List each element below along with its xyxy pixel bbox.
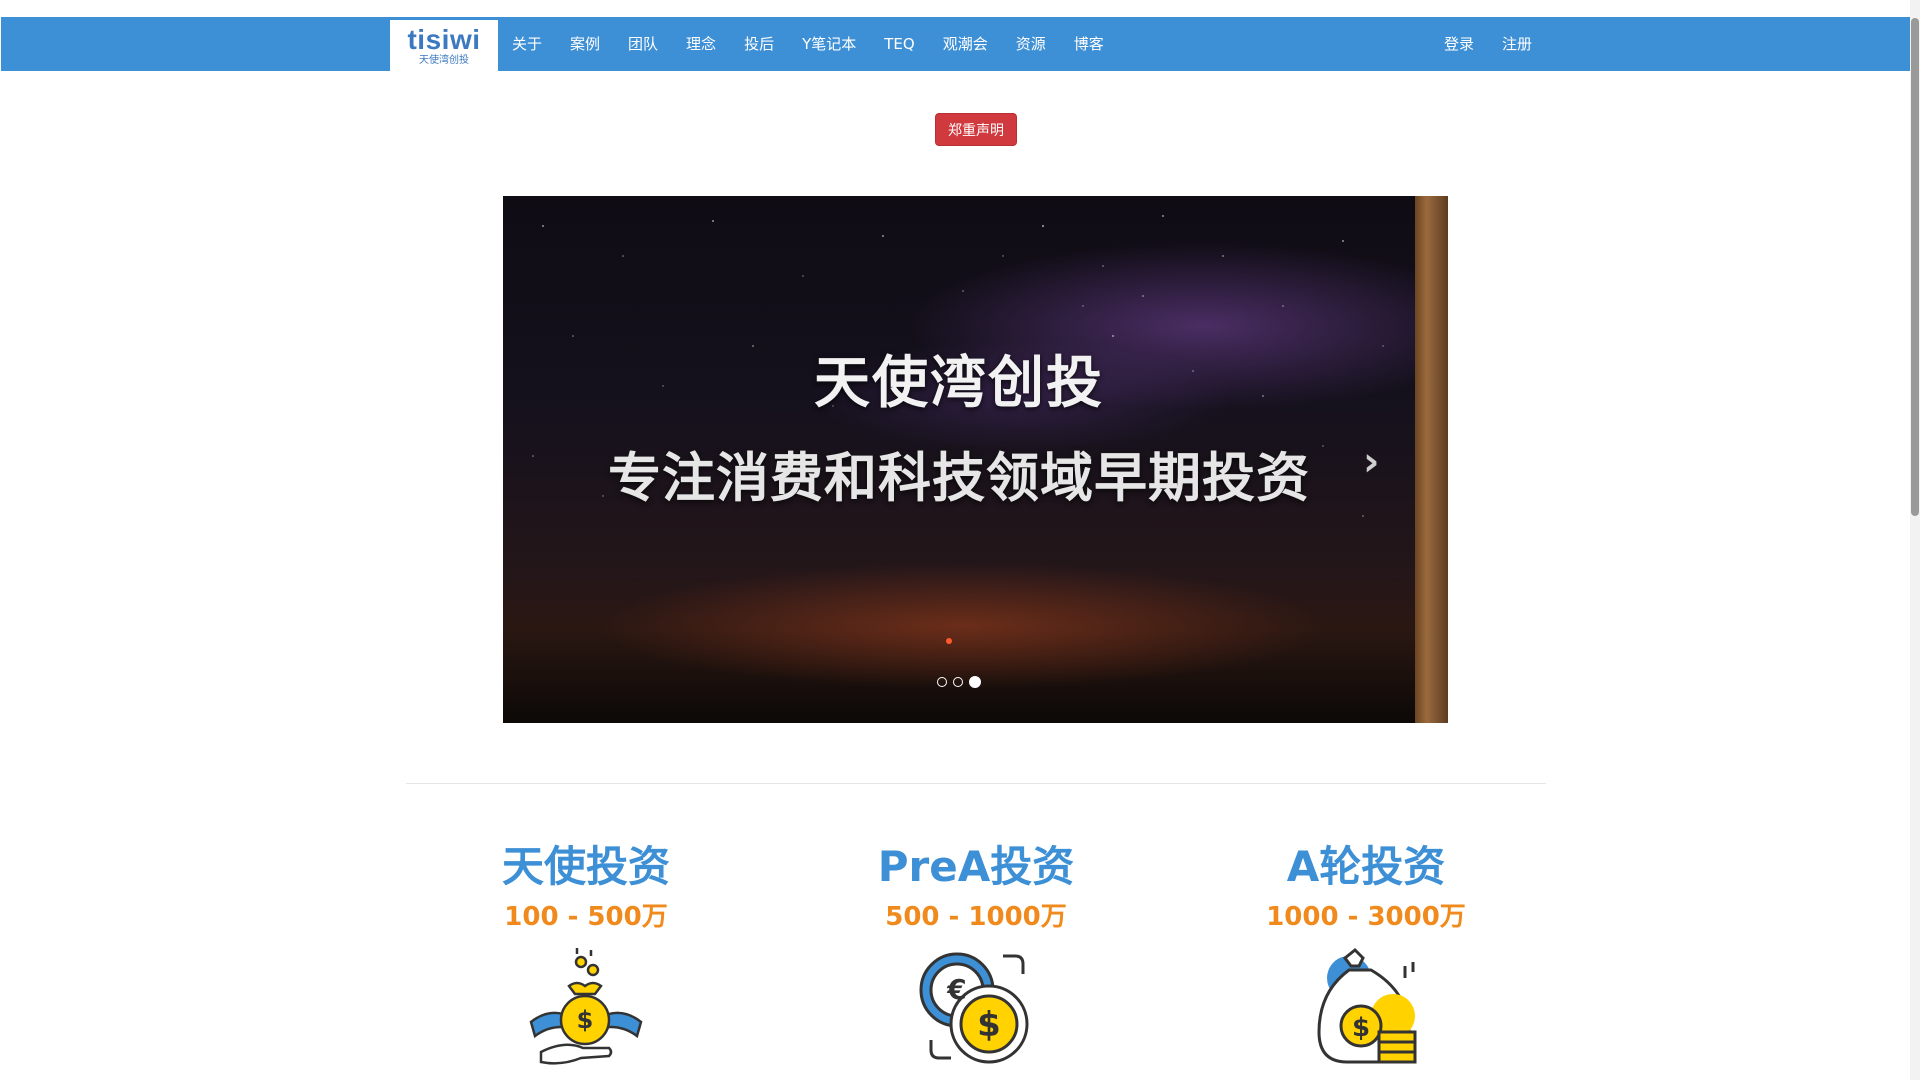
login-link[interactable]: 登录 [1430, 17, 1488, 71]
tier-range: 100 - 500万 [504, 902, 668, 932]
tier-title: 天使投资 [501, 842, 670, 891]
nav-item-philosophy[interactable]: 理念 [672, 17, 730, 71]
section-divider [406, 783, 1546, 784]
svg-text:$: $ [977, 1005, 1001, 1045]
nav-item-about[interactable]: 关于 [498, 17, 556, 71]
tier-prea: PreA投资 500 - 1000万 € $ [796, 842, 1156, 1074]
svg-text:€: € [946, 973, 966, 1006]
tier-title: A轮投资 [1286, 842, 1446, 891]
slide-title: 天使湾创投 [814, 351, 1104, 416]
statement-button[interactable]: 郑重声明 [935, 113, 1017, 146]
carousel-indicators [503, 676, 1415, 688]
tier-range: 1000 - 3000万 [1266, 902, 1466, 932]
carousel-dot-1[interactable] [937, 677, 947, 687]
next-slide-edge [1415, 196, 1448, 723]
nav-item-blog[interactable]: 博客 [1060, 17, 1118, 71]
svg-text:$: $ [577, 1006, 594, 1034]
carousel-dot-2[interactable] [953, 677, 963, 687]
logo-word: tisiwi [407, 23, 481, 55]
hero-carousel: 天使湾创投 专注消费和科技领域早期投资 › [503, 196, 1448, 723]
carousel-next-icon[interactable]: › [1363, 442, 1393, 482]
money-bag-coins-icon: $ [1317, 947, 1417, 1064]
logo-subtitle: 天使湾创投 [419, 54, 469, 66]
nav-item-team[interactable]: 团队 [614, 17, 672, 71]
nav-item-cases[interactable]: 案例 [556, 17, 614, 71]
scrollbar-thumb[interactable] [1911, 18, 1919, 516]
tier-range: 500 - 1000万 [885, 902, 1067, 932]
carousel-dot-3[interactable] [969, 676, 981, 688]
angel-money-bag-icon: $ [529, 948, 643, 1065]
auth-nav: 登录 注册 [1430, 17, 1546, 71]
tier-a-round: A轮投资 1000 - 3000万 $ [1186, 842, 1546, 1074]
nav-item-resources[interactable]: 资源 [1002, 17, 1060, 71]
register-link[interactable]: 注册 [1488, 17, 1546, 71]
nav-item-tide-watch[interactable]: 观潮会 [929, 17, 1002, 71]
svg-text:$: $ [1352, 1013, 1370, 1043]
site-logo[interactable]: tisiwi 天使湾创投 [390, 20, 498, 72]
coins-exchange-icon: € $ [919, 952, 1029, 1064]
nav-item-teq[interactable]: TEQ [870, 17, 928, 71]
tier-angel: 天使投资 100 - 500万 $ [406, 842, 766, 1074]
slide-subtitle: 专注消费和科技领域早期投资 [608, 448, 1310, 509]
nav-item-post-investment[interactable]: 投后 [730, 17, 788, 71]
tier-title: PreA投资 [877, 842, 1075, 891]
main-nav: 关于 案例 团队 理念 投后 Y笔记本 TEQ 观潮会 资源 博客 [498, 17, 1118, 71]
nav-item-y-notebook[interactable]: Y笔记本 [788, 17, 870, 71]
horizon-light [946, 638, 952, 644]
